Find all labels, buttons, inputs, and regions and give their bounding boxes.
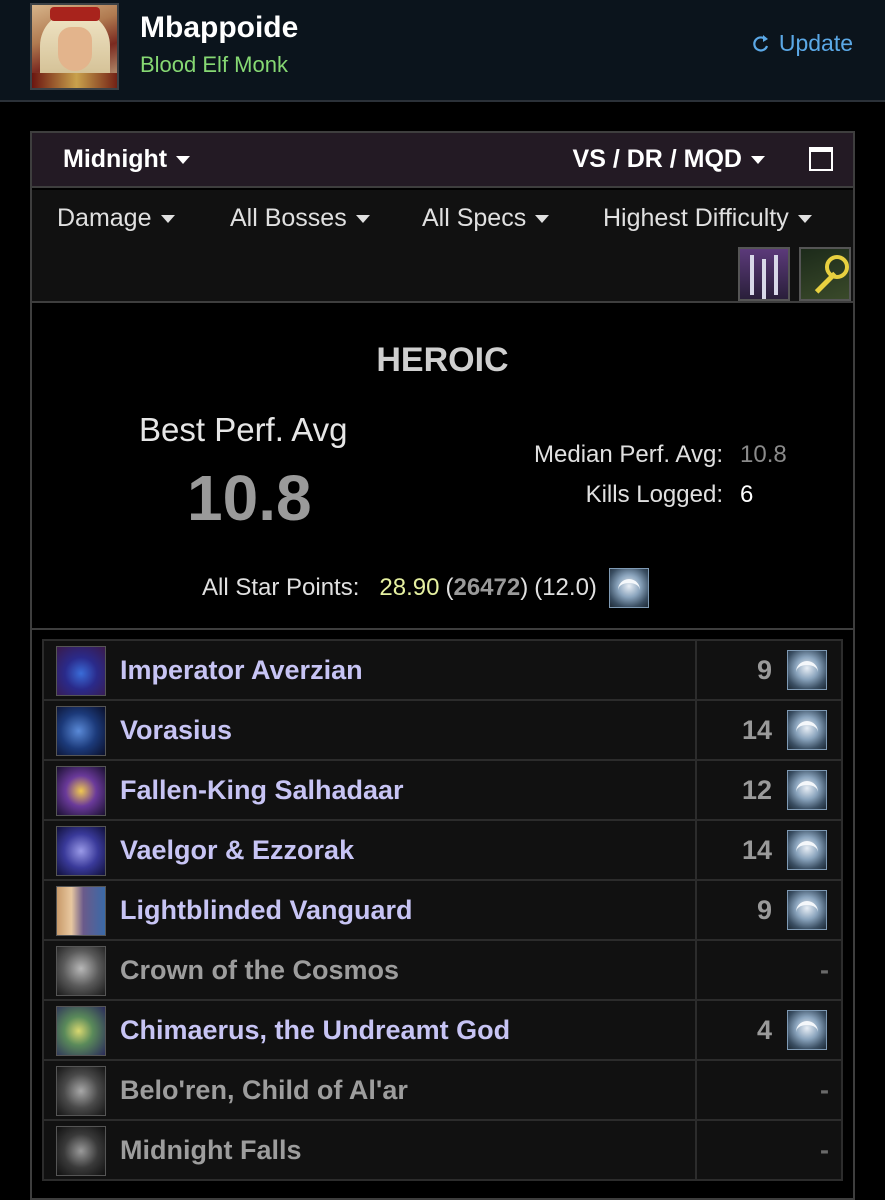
boss-score: - bbox=[820, 1075, 829, 1105]
spec-rank-badge-icon bbox=[608, 568, 649, 608]
update-label: Update bbox=[778, 30, 853, 56]
all-star-points-value: 28.90 bbox=[379, 574, 440, 601]
boss-row[interactable]: Crown of the Cosmos - bbox=[42, 939, 843, 1001]
boss-name[interactable]: Imperator Averzian bbox=[120, 655, 363, 686]
boss-portrait-icon bbox=[56, 946, 106, 996]
boss-portrait-icon bbox=[56, 1006, 106, 1056]
column-divider bbox=[695, 941, 697, 999]
all-star-extra: (12.0) bbox=[534, 574, 597, 601]
boss-filter[interactable]: All Bosses bbox=[230, 204, 370, 233]
chevron-down-icon bbox=[751, 156, 765, 165]
column-divider bbox=[695, 821, 697, 879]
boss-portrait-icon bbox=[56, 1066, 106, 1116]
metric-filter[interactable]: Damage bbox=[57, 204, 175, 233]
boss-row[interactable]: Lightblinded Vanguard 9 bbox=[42, 879, 843, 941]
boss-row[interactable]: Vaelgor & Ezzorak 14 bbox=[42, 819, 843, 881]
median-perf-value: 10.8 bbox=[740, 441, 787, 468]
boss-row[interactable]: Vorasius 14 bbox=[42, 699, 843, 761]
spec-rank-badge-icon bbox=[787, 1010, 827, 1050]
all-star-label: All Star Points: bbox=[202, 574, 360, 601]
kills-logged-label: Kills Logged: bbox=[585, 481, 723, 508]
spec-rank-badge-icon bbox=[787, 890, 827, 930]
boss-score: 4 bbox=[756, 1015, 772, 1045]
character-avatar bbox=[30, 3, 119, 90]
boss-row[interactable]: Imperator Averzian 9 bbox=[42, 639, 843, 701]
boss-name[interactable]: Lightblinded Vanguard bbox=[120, 895, 413, 926]
boss-score: 12 bbox=[741, 775, 772, 805]
spec-rank-badge-icon bbox=[787, 650, 827, 690]
performance-summary: HEROIC Best Perf. Avg 10.8 Median Perf. … bbox=[32, 305, 853, 630]
chevron-down-icon bbox=[535, 215, 550, 224]
boss-portrait-icon bbox=[56, 646, 106, 696]
character-name: Mbappoide bbox=[140, 11, 299, 44]
spec-rank-badge-icon bbox=[787, 710, 827, 750]
chevron-down-icon bbox=[160, 215, 175, 224]
boss-row[interactable]: Midnight Falls - bbox=[42, 1119, 843, 1181]
spec-rank-badge-icon bbox=[787, 830, 827, 870]
boss-score: - bbox=[820, 955, 829, 985]
column-divider bbox=[695, 1001, 697, 1059]
difficulty-heading: HEROIC bbox=[376, 341, 509, 379]
all-star-points: All Star Points: 28.90 (26472) (12.0) bbox=[202, 568, 649, 608]
refresh-icon bbox=[753, 34, 768, 52]
column-divider bbox=[695, 641, 697, 699]
zone-dropdown[interactable]: Midnight bbox=[63, 145, 191, 174]
boss-name[interactable]: Crown of the Cosmos bbox=[120, 955, 399, 986]
boss-row[interactable]: Belo'ren, Child of Al'ar - bbox=[42, 1059, 843, 1121]
key-icon[interactable] bbox=[799, 247, 851, 301]
boss-name[interactable]: Vorasius bbox=[120, 715, 232, 746]
column-divider bbox=[695, 1061, 697, 1119]
boss-name[interactable]: Vaelgor & Ezzorak bbox=[120, 835, 354, 866]
boss-portrait-icon bbox=[56, 1126, 106, 1176]
boss-table: Imperator Averzian 9 Vorasius 14 Fallen-King… bbox=[42, 639, 843, 1181]
windwalker-spec-icon[interactable] bbox=[738, 247, 790, 301]
chevron-down-icon bbox=[797, 215, 812, 224]
chevron-down-icon bbox=[355, 215, 370, 224]
difficulty-filter[interactable]: Highest Difficulty bbox=[603, 204, 812, 233]
boss-score: - bbox=[820, 1135, 829, 1165]
boss-name[interactable]: Fallen-King Salhadaar bbox=[120, 775, 404, 806]
boss-row[interactable]: Chimaerus, the Undreamt God 4 bbox=[42, 999, 843, 1061]
maximize-icon[interactable] bbox=[809, 147, 833, 171]
boss-portrait-icon bbox=[56, 706, 106, 756]
zone-bar: Midnight VS / DR / MQD bbox=[32, 133, 853, 188]
best-perf-value: 10.8 bbox=[187, 462, 312, 534]
rankings-panel: Midnight VS / DR / MQD Damage All Bosses… bbox=[30, 131, 855, 1200]
boss-score: 14 bbox=[741, 715, 772, 745]
column-divider bbox=[695, 1121, 697, 1179]
boss-score: 14 bbox=[741, 835, 772, 865]
boss-score: 9 bbox=[756, 895, 772, 925]
column-divider bbox=[695, 761, 697, 819]
boss-row[interactable]: Fallen-King Salhadaar 12 bbox=[42, 759, 843, 821]
best-perf-label: Best Perf. Avg bbox=[139, 411, 348, 448]
median-perf-label: Median Perf. Avg: bbox=[534, 441, 723, 468]
boss-name[interactable]: Midnight Falls bbox=[120, 1135, 302, 1166]
boss-name[interactable]: Chimaerus, the Undreamt God bbox=[120, 1015, 510, 1046]
boss-portrait-icon bbox=[56, 766, 106, 816]
character-header: Mbappoide Blood Elf Monk Update bbox=[0, 0, 885, 102]
column-divider bbox=[695, 881, 697, 939]
column-divider bbox=[695, 701, 697, 759]
boss-name[interactable]: Belo'ren, Child of Al'ar bbox=[120, 1075, 408, 1106]
boss-score: 9 bbox=[756, 655, 772, 685]
boss-portrait-icon bbox=[56, 826, 106, 876]
spec-filter[interactable]: All Specs bbox=[422, 204, 550, 233]
character-class: Blood Elf Monk bbox=[140, 52, 288, 77]
all-star-rank: 26472 bbox=[453, 574, 521, 601]
boss-portrait-icon bbox=[56, 886, 106, 936]
chevron-down-icon bbox=[176, 156, 191, 165]
spec-rank-badge-icon bbox=[787, 770, 827, 810]
kills-logged-value: 6 bbox=[740, 481, 754, 508]
update-button[interactable]: Update bbox=[751, 30, 853, 57]
filter-bar: Damage All Bosses All Specs Highest Diff… bbox=[32, 190, 853, 303]
metric-set-dropdown[interactable]: VS / DR / MQD bbox=[573, 145, 765, 174]
